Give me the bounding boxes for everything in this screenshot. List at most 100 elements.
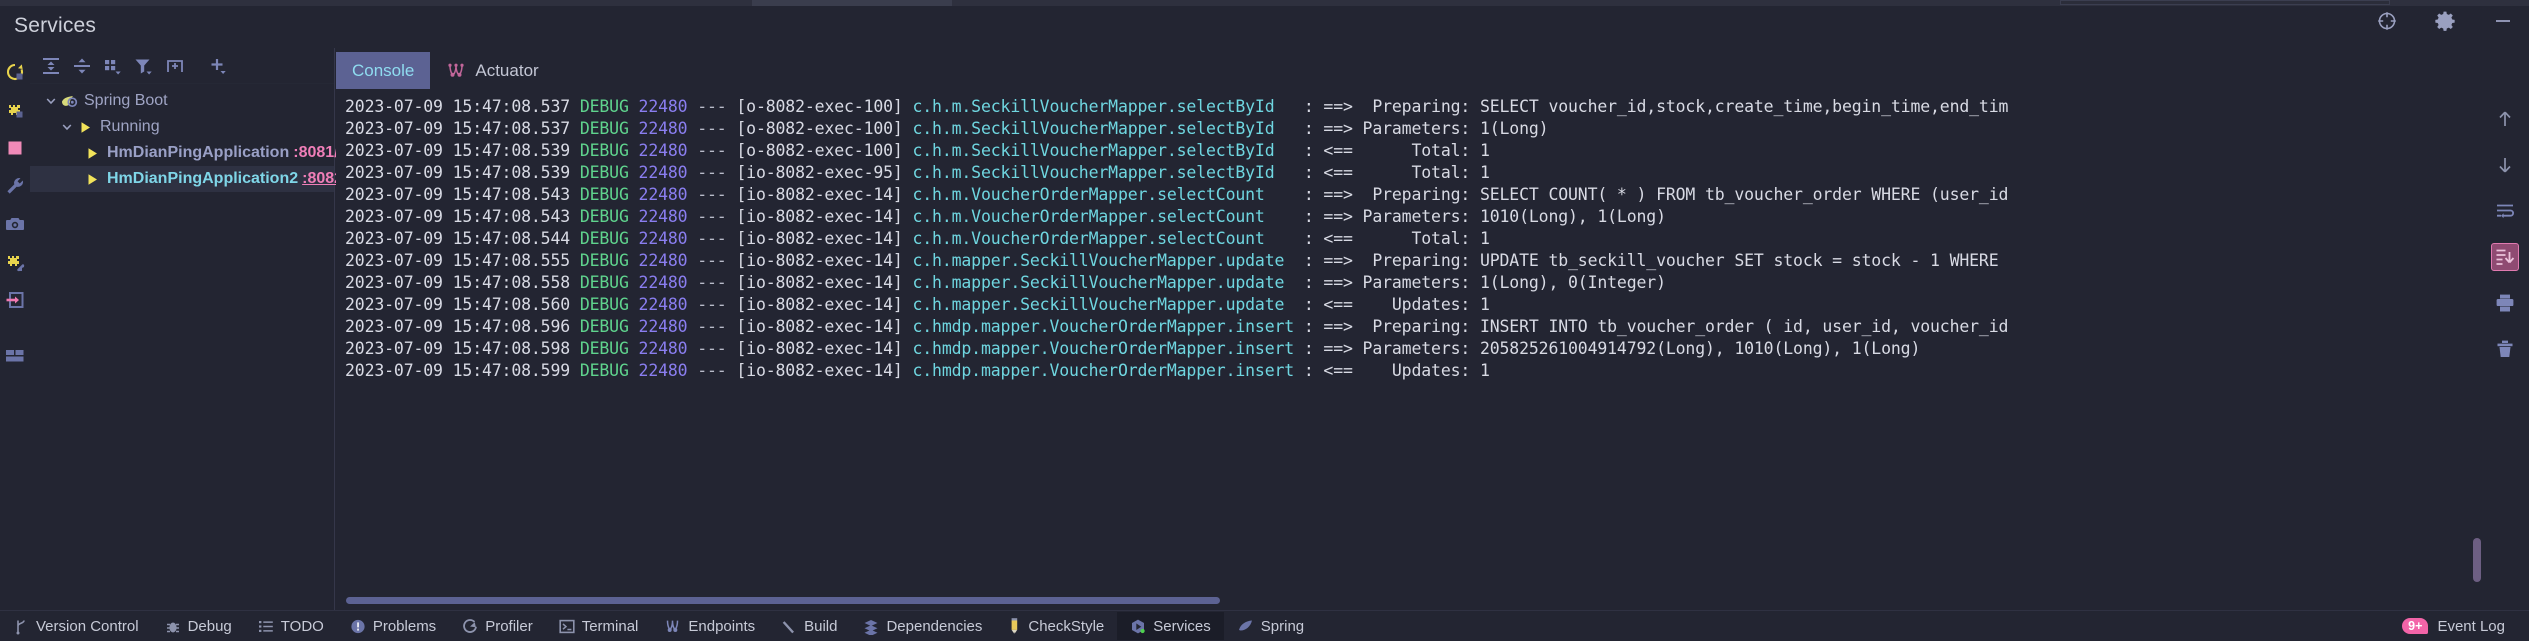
gear-icon[interactable]	[2433, 9, 2457, 33]
group-by-icon[interactable]	[98, 52, 127, 80]
status-item-label: Spring	[1260, 617, 1305, 635]
services-tree-panel: Spring Boot Running HmDianPingApplicatio…	[30, 48, 348, 610]
terminal-icon	[559, 618, 575, 635]
spring-boot-icon	[59, 92, 79, 110]
console-actions-rail	[2481, 89, 2529, 610]
status-item-build[interactable]: Build	[768, 612, 850, 640]
tab-console[interactable]: Console	[336, 52, 431, 93]
console-log-lines: 2023-07-09 15:47:08.537 DEBUG 22480 --- …	[336, 90, 2481, 610]
status-item-label: Services	[1153, 617, 1211, 635]
filter-icon[interactable]	[129, 52, 158, 80]
collapse-all-icon[interactable]	[67, 52, 96, 80]
endpoints-icon	[664, 618, 681, 635]
stop-icon[interactable]	[4, 137, 26, 159]
hammer-icon	[781, 618, 797, 635]
print-icon[interactable]	[2491, 289, 2519, 317]
profiler-icon	[462, 618, 478, 635]
tree-node-running[interactable]: Running	[30, 114, 334, 140]
console-log-line: 2023-07-09 15:47:08.598 DEBUG 22480 --- …	[345, 339, 1921, 358]
status-item-todo[interactable]: TODO	[245, 612, 337, 640]
add-service-icon[interactable]	[204, 52, 233, 80]
console-log-line: 2023-07-09 15:47:08.539 DEBUG 22480 --- …	[345, 163, 1490, 182]
scroll-up-icon[interactable]	[2491, 105, 2519, 133]
expand-all-icon[interactable]	[36, 52, 65, 80]
run-icon	[82, 144, 102, 162]
services-tool-window: Services Spring Boot Running HmDianPingA…	[0, 0, 2529, 641]
login-icon[interactable]	[4, 289, 26, 311]
status-item-label: Terminal	[581, 617, 639, 635]
status-item-version-control[interactable]: Version Control	[0, 612, 152, 640]
minimize-icon[interactable]	[2491, 9, 2515, 33]
scroll-down-icon[interactable]	[2491, 151, 2519, 179]
status-item-terminal[interactable]: Terminal	[546, 612, 652, 640]
trash-icon[interactable]	[2491, 335, 2519, 363]
header-actions	[2375, 9, 2515, 33]
tree-node-hmdianpingapplication2[interactable]: HmDianPingApplication2 :8082/	[30, 166, 348, 192]
console-log-line: 2023-07-09 15:47:08.537 DEBUG 22480 --- …	[345, 97, 2009, 116]
console-horizontal-scrollbar[interactable]	[346, 597, 2466, 604]
status-item-label: Build	[804, 617, 838, 635]
soft-wrap-icon[interactable]	[2491, 197, 2519, 225]
tree-node-label: Running	[100, 118, 160, 135]
status-item-label: Version Control	[36, 617, 139, 635]
status-item-label: Dependencies	[886, 617, 983, 635]
status-item-label: Problems	[372, 617, 437, 635]
console-log-line: 2023-07-09 15:47:08.555 DEBUG 22480 --- …	[345, 251, 2009, 270]
status-item-label: TODO	[280, 617, 324, 635]
add-tab-icon[interactable]	[160, 52, 189, 80]
tab-actuator[interactable]: Actuator	[430, 52, 554, 89]
status-item-endpoints[interactable]: Endpoints	[651, 612, 768, 640]
console-log-line: 2023-07-09 15:47:08.596 DEBUG 22480 --- …	[345, 317, 2009, 336]
event-log-area[interactable]: 9+ Event Log	[2402, 618, 2505, 635]
locate-icon[interactable]	[2375, 9, 2399, 33]
run-icon	[75, 118, 95, 136]
status-item-dependencies[interactable]: Dependencies	[850, 612, 995, 640]
console-log-line: 2023-07-09 15:47:08.599 DEBUG 22480 --- …	[345, 361, 1490, 380]
console-output[interactable]: 2023-07-09 15:47:08.537 DEBUG 22480 --- …	[336, 89, 2529, 610]
status-item-spring[interactable]: Spring	[1224, 612, 1317, 640]
console-vertical-scrollbar[interactable]	[2473, 538, 2481, 582]
scrollbar-thumb[interactable]	[346, 597, 1220, 604]
tree-node-port[interactable]: :8081/	[293, 144, 338, 162]
camera-icon[interactable]	[4, 213, 26, 235]
console-log-line: 2023-07-09 15:47:08.537 DEBUG 22480 --- …	[345, 119, 1549, 138]
debug-icon[interactable]	[4, 99, 26, 121]
status-item-services[interactable]: Services	[1117, 612, 1224, 640]
warning-icon	[350, 618, 366, 635]
status-item-label: Debug	[187, 617, 232, 635]
status-item-profiler[interactable]: Profiler	[449, 612, 546, 640]
status-item-debug[interactable]: Debug	[152, 612, 245, 640]
bug-icon	[165, 618, 181, 635]
branch-icon	[13, 618, 29, 635]
chevron-down-icon[interactable]	[58, 119, 75, 136]
status-item-label: Endpoints	[688, 617, 756, 635]
tree-node-label: HmDianPingApplication2	[107, 170, 299, 187]
wrench-icon[interactable]	[4, 175, 26, 197]
event-log-badge: 9+	[2402, 617, 2429, 635]
debug-attach-icon[interactable]	[4, 251, 26, 273]
console-log-line: 2023-07-09 15:47:08.543 DEBUG 22480 --- …	[345, 207, 1666, 226]
console-log-line: 2023-07-09 15:47:08.543 DEBUG 22480 --- …	[345, 185, 2009, 204]
rerun-icon[interactable]	[4, 61, 26, 83]
tree-node-label: Spring Boot	[84, 92, 168, 109]
console-log-line: 2023-07-09 15:47:08.560 DEBUG 22480 --- …	[345, 295, 1490, 314]
tab-label: Actuator	[475, 60, 539, 80]
chevron-down-icon[interactable]	[42, 93, 59, 110]
layout-icon[interactable]	[4, 345, 26, 367]
tree-node-spring-boot[interactable]: Spring Boot	[30, 88, 334, 114]
tool-window-header: Services	[0, 4, 2529, 48]
dependencies-icon	[863, 618, 879, 635]
services-tree-toolbar	[30, 48, 334, 84]
list-icon	[258, 618, 274, 635]
console-log-line: 2023-07-09 15:47:08.544 DEBUG 22480 --- …	[345, 229, 1490, 248]
services-tree: Spring Boot Running HmDianPingApplicatio…	[30, 84, 348, 192]
status-item-checkstyle[interactable]: CheckStyle	[995, 612, 1117, 640]
status-item-problems[interactable]: Problems	[337, 612, 449, 640]
tree-node-label: HmDianPingApplication	[107, 144, 290, 161]
event-log-label: Event Log	[2437, 617, 2505, 635]
console-area: Console Actuator 2023-07-09 15:47:08.537…	[336, 48, 2529, 610]
status-item-label: Profiler	[485, 617, 533, 635]
scroll-to-end-icon[interactable]	[2491, 243, 2519, 271]
tree-node-hmdianpingapplication[interactable]: HmDianPingApplication :8081/	[30, 140, 339, 166]
actuator-icon	[446, 62, 466, 80]
